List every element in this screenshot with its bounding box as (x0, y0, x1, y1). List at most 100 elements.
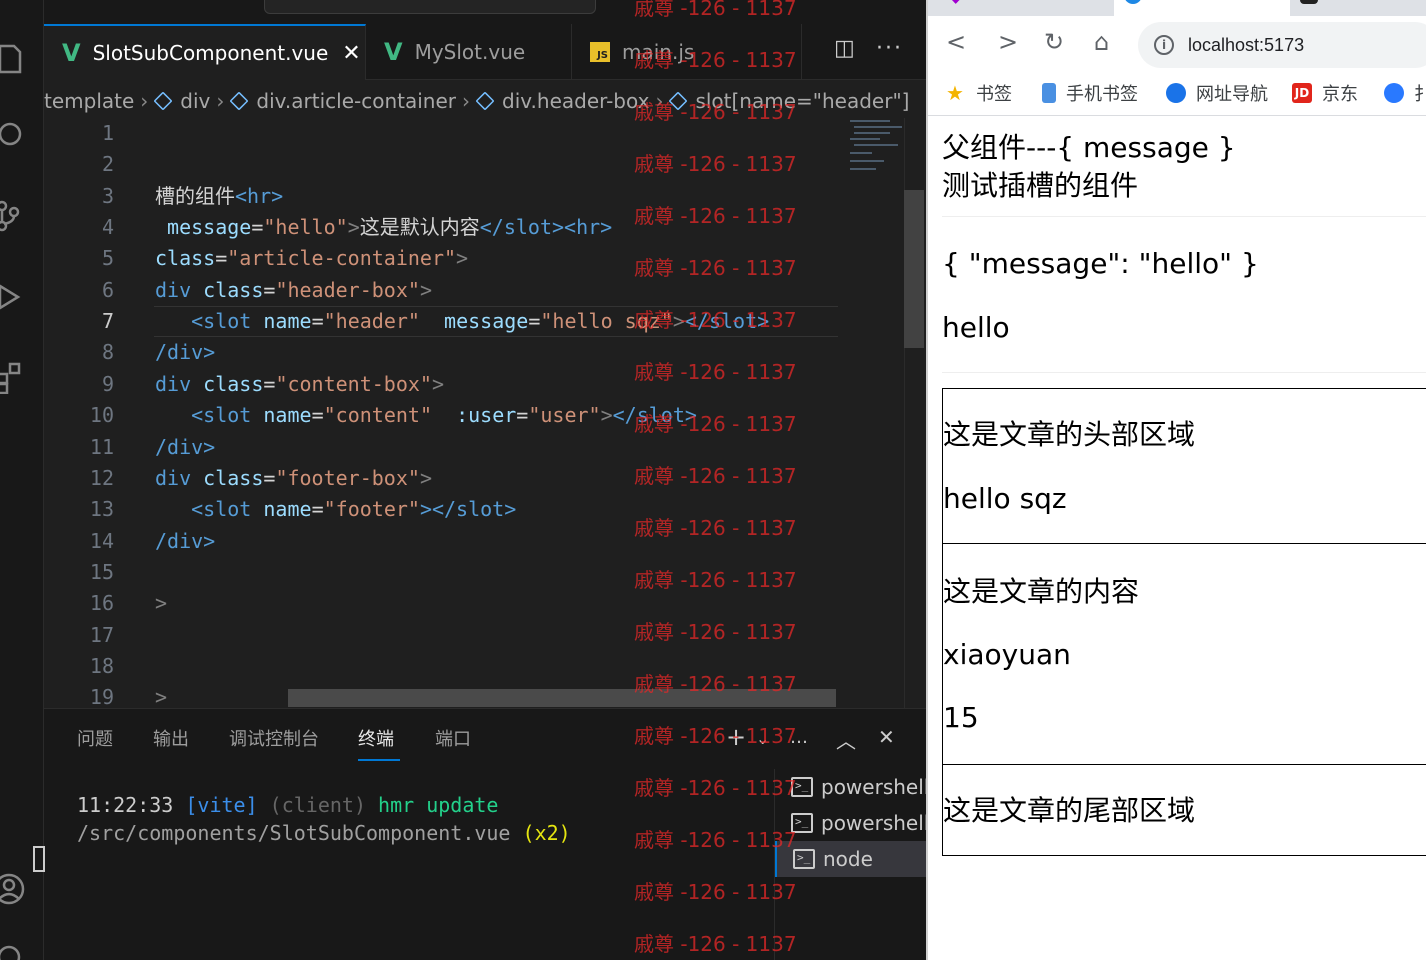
star-icon: ★ (946, 81, 964, 105)
terminal-icon: >_ (793, 849, 815, 869)
close-panel-icon[interactable]: ✕ (878, 725, 895, 749)
explorer-icon[interactable] (0, 42, 26, 76)
terminal-output[interactable]: 11:22:33 [vite] (client) hmr update /src… (77, 791, 737, 847)
code-line: 17 (89, 623, 114, 647)
reload-icon[interactable]: ↻ (1044, 28, 1064, 56)
panel-tab-ports[interactable]: 端口 (435, 725, 471, 751)
extensions-icon[interactable] (0, 360, 26, 395)
header-message: hello sqz (943, 482, 1067, 515)
bottom-panel: 问题 输出 调试控制台 终端 端口 + ⌄ … ︿ ✕ 11:22:33 [vi… (44, 708, 926, 960)
vue-file-icon: V (62, 39, 81, 67)
bookmark-item[interactable]: JD 京东 (1292, 80, 1358, 106)
bookmark-item[interactable]: 网址导航 (1166, 80, 1268, 106)
chevron-right-icon: › (655, 89, 664, 113)
divider (942, 372, 1426, 373)
breadcrumb: template › div › div.article-container ›… (44, 80, 926, 122)
editor-tab-bar: V SlotSubComponent.vue ✕ V MySlot.vue JS… (44, 24, 926, 80)
source-control-icon[interactable] (0, 198, 26, 232)
divider (942, 216, 1426, 217)
site-info-icon[interactable]: i (1154, 35, 1174, 55)
home-icon[interactable]: ⌂ (1094, 28, 1109, 56)
run-debug-icon[interactable] (0, 280, 26, 314)
horizontal-scroll-thumb[interactable] (288, 689, 836, 707)
terminal-icon: >_ (791, 813, 813, 833)
split-editor-icon[interactable]: ◫ (834, 36, 855, 61)
code-line: 3 槽的组件<hr> (101, 184, 284, 208)
breadcrumb-item[interactable]: div.header-box (475, 89, 649, 113)
header-title: 这是文章的头部区域 (943, 418, 1196, 451)
breadcrumb-item[interactable]: div (153, 89, 210, 113)
code-line: 8/div> (101, 340, 216, 364)
terminal-item-powershell[interactable]: >_ powershell (775, 769, 926, 805)
code-line: 14/div> (89, 529, 216, 553)
more-actions-icon[interactable]: ··· (876, 36, 903, 61)
phone-icon (1042, 83, 1056, 103)
bookmark-item[interactable]: 扌 (1384, 80, 1426, 106)
element-icon (153, 91, 173, 111)
terminal-item-powershell[interactable]: >_ powershell (775, 805, 926, 841)
code-line: 7 <slot name="header" message="hello sqz… (101, 309, 770, 333)
panel-tab-output[interactable]: 输出 (153, 725, 189, 751)
chevron-right-icon: › (462, 89, 470, 113)
settings-gear-icon[interactable] (0, 940, 26, 960)
bird-icon (1384, 83, 1404, 103)
browser-toolbar: < > ↻ ⌂ i localhost:5173 (928, 16, 1426, 72)
terminal-list: >_ powershell >_ powershell >_ node (774, 769, 926, 960)
chevron-down-icon[interactable]: ⌄ (756, 729, 769, 748)
element-icon (668, 91, 688, 111)
chevron-right-icon: › (140, 89, 149, 113)
panel-tab-problems[interactable]: 问题 (77, 725, 113, 751)
code-editor[interactable]: 1 2 3 槽的组件<hr> 4 message="hello">这是默认内容</… (44, 118, 926, 708)
code-line: 6 div class="header-box"> (101, 278, 432, 302)
code-line: 12 div class="footer-box"> (89, 466, 432, 490)
address-bar[interactable]: i localhost:5173 (1138, 22, 1426, 68)
element-icon (475, 91, 495, 111)
search-icon[interactable] (0, 118, 26, 152)
code-line: 1 (101, 121, 114, 145)
tab-myslot[interactable]: V MySlot.vue (366, 24, 572, 80)
active-tab-indicator (358, 759, 400, 761)
title-bar (44, 0, 926, 24)
tab-label: MySlot.vue (414, 40, 526, 64)
tab-mainjs[interactable]: JS main.js (572, 24, 802, 80)
url-text[interactable]: localhost:5173 (1188, 35, 1304, 56)
tab-favicon-icon[interactable] (947, 0, 963, 4)
vue-file-icon: V (384, 38, 403, 66)
minimap[interactable] (846, 118, 904, 188)
close-tab-icon[interactable]: ✕ (342, 41, 360, 66)
activity-bar (0, 0, 44, 960)
back-icon[interactable]: < (946, 28, 966, 56)
code-line: 5 class="article-container"> (101, 246, 469, 270)
jd-icon: JD (1292, 83, 1312, 103)
tab-label: SlotSubComponent.vue (92, 41, 329, 65)
more-actions-icon[interactable]: … (790, 727, 808, 748)
new-terminal-plus-icon[interactable]: + (726, 723, 746, 751)
terminal-cursor (33, 846, 45, 872)
breadcrumb-item[interactable]: div.article-container (229, 89, 456, 113)
content-box: 这是文章的内容 xiaoyuan 15 (942, 543, 1426, 765)
tab-slotsubcomponent[interactable]: V SlotSubComponent.vue ✕ (44, 24, 366, 80)
js-file-icon: JS (590, 42, 610, 62)
maximize-panel-icon[interactable]: ︿ (836, 725, 856, 754)
panel-tab-terminal[interactable]: 终端 (358, 725, 394, 751)
tab-favicon-icon[interactable] (1300, 0, 1318, 4)
bookmark-item[interactable]: ★ 书签 (946, 80, 1012, 106)
default-slot-text: hello (942, 311, 1010, 344)
browser-tab-active[interactable] (1114, 0, 1290, 16)
vertical-scroll-thumb[interactable] (904, 190, 924, 348)
panel-tab-debug-console[interactable]: 调试控制台 (229, 725, 319, 751)
vscode-window: V SlotSubComponent.vue ✕ V MySlot.vue JS… (0, 0, 926, 960)
command-center-search[interactable] (264, 0, 596, 14)
browser-window: < > ↻ ⌂ i localhost:5173 ★ 书签 手机书签 网址导航 … (926, 0, 1426, 960)
account-icon[interactable] (0, 872, 26, 906)
breadcrumb-item[interactable]: slot[name="header"] (668, 89, 909, 113)
browser-tab-strip (928, 0, 1426, 16)
bookmark-item[interactable]: 手机书签 (1042, 80, 1138, 106)
breadcrumb-item[interactable]: template (44, 89, 134, 113)
user-age: 15 (943, 701, 979, 734)
code-line: 9 div class="content-box"> (101, 372, 445, 396)
parent-heading: 父组件---{ message } (942, 131, 1236, 164)
forward-icon[interactable]: > (998, 28, 1018, 56)
chevron-right-icon: › (216, 89, 225, 113)
terminal-item-node[interactable]: >_ node (775, 841, 926, 877)
